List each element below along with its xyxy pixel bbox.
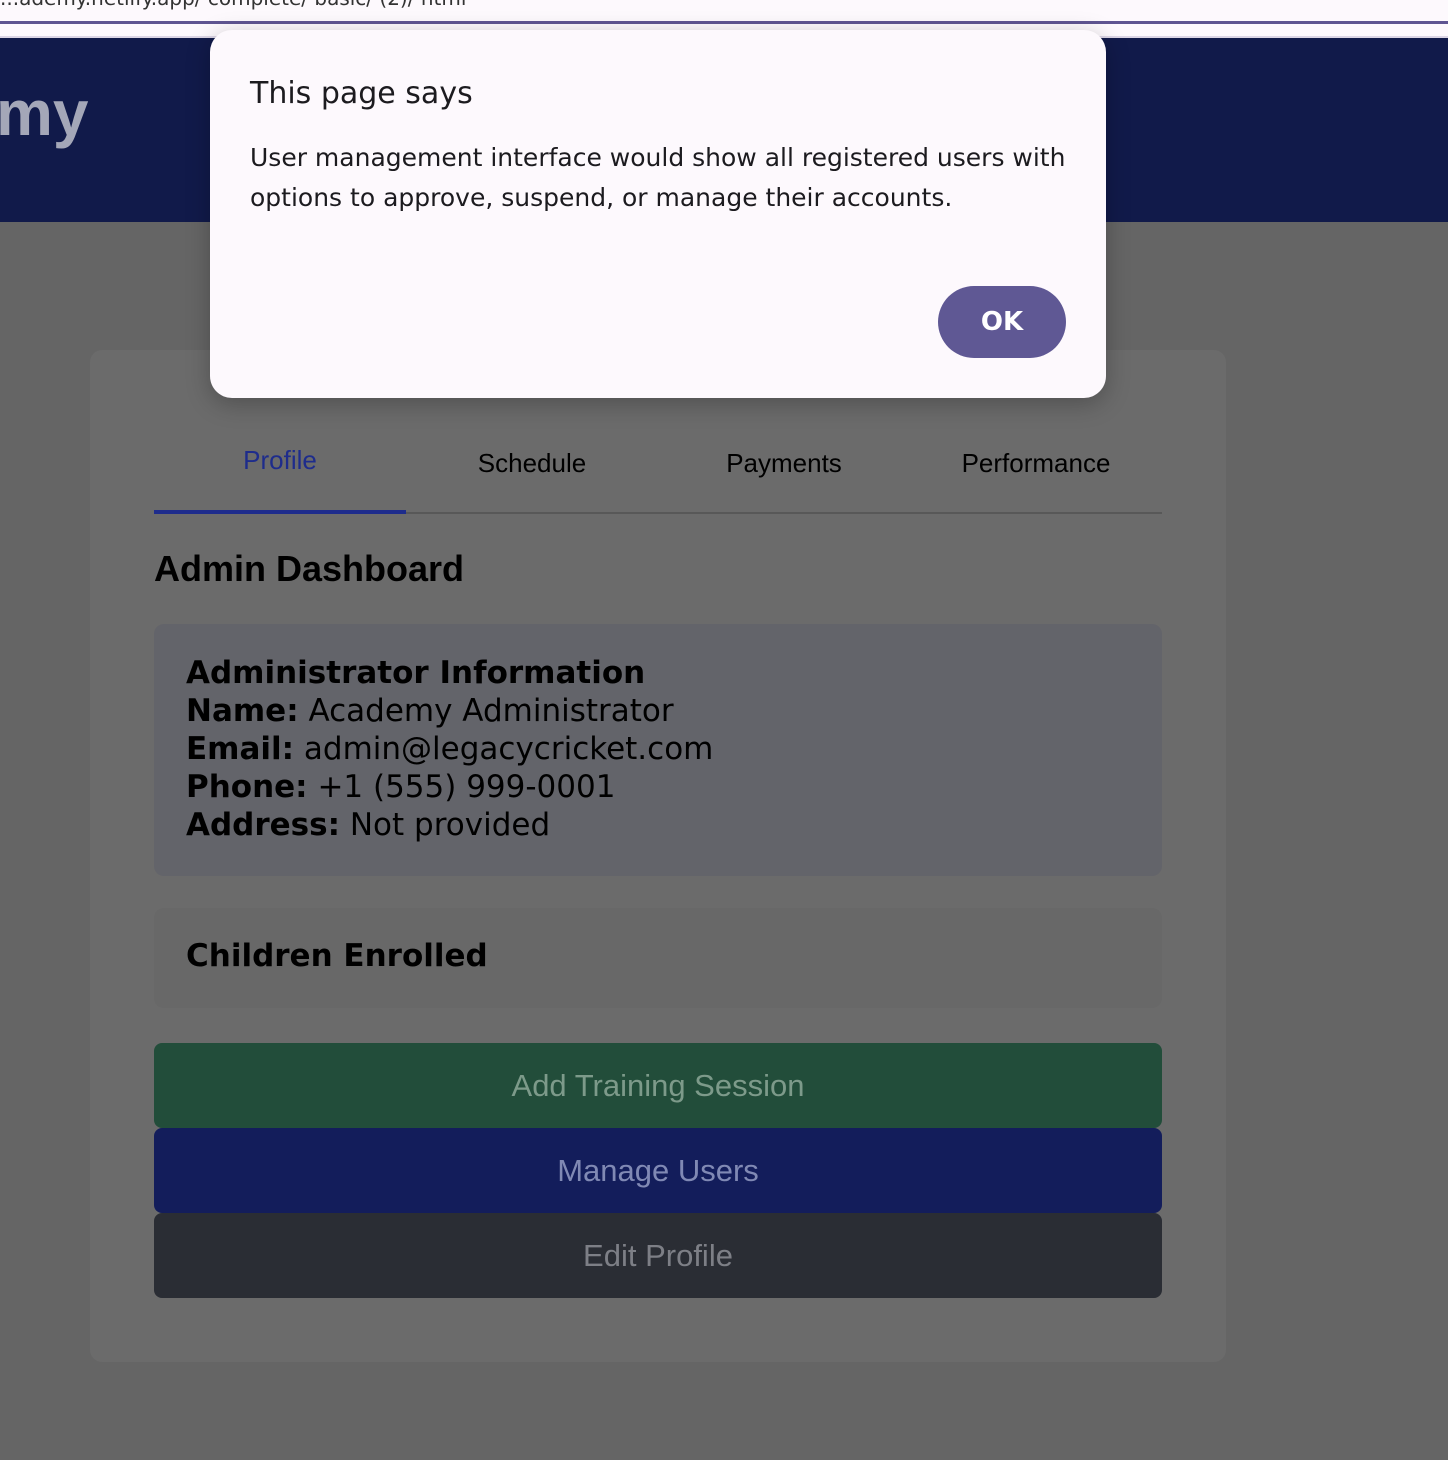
name-label: Name: xyxy=(186,693,299,729)
tab-profile[interactable]: Profile xyxy=(154,420,406,514)
dialog-message: User management interface would show all… xyxy=(250,143,1066,212)
dashboard-card: Profile Schedule Payments Performance Ad… xyxy=(90,350,1226,1362)
add-training-session-button[interactable]: Add Training Session xyxy=(154,1043,1162,1128)
children-enrolled-box: Children Enrolled xyxy=(154,908,1162,1008)
address-value: Not provided xyxy=(349,807,551,843)
phone-label: Phone: xyxy=(186,769,308,805)
site-brand-title: my xyxy=(0,77,89,149)
manage-users-button[interactable]: Manage Users xyxy=(154,1128,1162,1213)
page-load-progress-bar xyxy=(0,21,1448,24)
tab-bar: Profile Schedule Payments Performance xyxy=(154,420,1162,514)
edit-profile-button[interactable]: Edit Profile xyxy=(154,1213,1162,1298)
admin-phone-row: Phone: +1 (555) 999-0001 xyxy=(186,768,1130,806)
alert-dialog: This page says User management interface… xyxy=(210,30,1106,398)
admin-info-heading: Administrator Information xyxy=(186,655,646,691)
admin-address-row: Address: Not provided xyxy=(186,806,1130,844)
tab-performance[interactable]: Performance xyxy=(910,420,1162,514)
tab-payments[interactable]: Payments xyxy=(658,420,910,514)
email-label: Email: xyxy=(186,731,295,767)
address-label: Address: xyxy=(186,807,340,843)
admin-info-box: Administrator Information Name: Academy … xyxy=(154,624,1162,876)
admin-email-row: Email: admin@legacycricket.com xyxy=(186,730,1130,768)
tab-schedule[interactable]: Schedule xyxy=(406,420,658,514)
page-title: Admin Dashboard xyxy=(154,548,465,589)
admin-name-row: Name: Academy Administrator xyxy=(186,692,1130,730)
phone-value: +1 (555) 999-0001 xyxy=(317,769,616,805)
email-value: admin@legacycricket.com xyxy=(303,731,714,767)
name-value: Academy Administrator xyxy=(308,693,674,729)
children-enrolled-heading: Children Enrolled xyxy=(186,938,488,974)
address-bar-fragment: ...ademy.netlify.app/ complete/ basic/ (… xyxy=(0,0,466,10)
ok-button[interactable]: OK xyxy=(938,286,1066,358)
dialog-title: This page says xyxy=(250,76,473,111)
